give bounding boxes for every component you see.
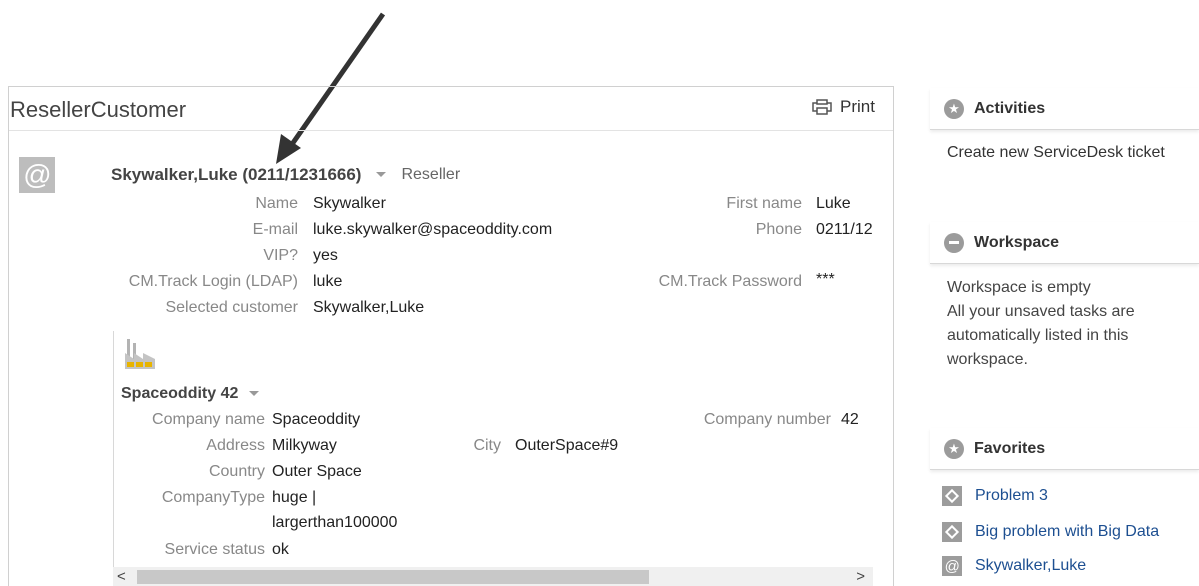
company-section: Spaceoddity 42 Company name Spaceoddity … [113, 331, 873, 586]
customer-name[interactable]: Skywalker,Luke (0211/1231666) [111, 165, 361, 185]
company-number-label: Company number [703, 411, 831, 428]
favorite-item-problem-3[interactable]: Problem 3 [942, 486, 1048, 506]
favorite-label: Skywalker,Luke [975, 557, 1087, 574]
reseller-customer-panel: ResellerCustomer Print @ Skywalker,Luke … [8, 86, 894, 586]
ticket-icon [942, 522, 962, 542]
favorite-item-big-problem[interactable]: Big problem with Big Data [942, 522, 1159, 542]
company-name-value: Spaceoddity [272, 411, 361, 428]
city-label: City [473, 437, 501, 454]
company-type-value-line1: huge | [272, 489, 317, 506]
favorite-label: Problem 3 [975, 487, 1048, 504]
email-icon: @ [942, 556, 962, 576]
first-name-label: First name [726, 195, 802, 212]
email-avatar-icon: @ [19, 157, 55, 193]
country-label: Country [208, 463, 265, 480]
city-value: OuterSpace#9 [515, 437, 619, 454]
minus-circle-icon [944, 232, 964, 253]
phone-label: Phone [755, 221, 802, 238]
horizontal-scrollbar[interactable]: < > [113, 567, 873, 586]
company-type-label: CompanyType [161, 489, 265, 506]
activities-title: Activities [974, 99, 1046, 117]
vip-value: yes [313, 247, 338, 264]
address-label: Address [206, 437, 265, 454]
service-status-value: ok [272, 541, 289, 558]
workspace-line1: Workspace is empty [947, 279, 1091, 296]
vip-label: VIP? [263, 247, 298, 264]
phone-value: 0211/12 [816, 221, 873, 238]
workspace-text: Workspace is empty All your unsaved task… [947, 276, 1135, 372]
selected-customer-value: Skywalker,Luke [313, 299, 425, 316]
workspace-line4: workspace. [947, 351, 1028, 368]
activities-header[interactable]: ★ Activities [930, 88, 1199, 130]
create-ticket-label: Create new ServiceDesk ticket [947, 144, 1165, 161]
right-sidebar: ★ Activities Create new ServiceDesk tick… [930, 86, 1199, 586]
email-value[interactable]: luke.skywalker@spaceoddity.com [313, 221, 552, 239]
factory-icon [125, 339, 155, 369]
company-title[interactable]: Spaceoddity 42 [121, 385, 238, 403]
favorites-title: Favorites [974, 439, 1046, 457]
ticket-icon [942, 486, 962, 506]
name-value: Skywalker [313, 195, 386, 212]
country-value: Outer Space [272, 463, 362, 480]
company-header: Spaceoddity 42 [121, 385, 260, 403]
customer-header: Skywalker,Luke (0211/1231666) Reseller [111, 165, 460, 185]
workspace-line2: All your unsaved tasks are [947, 303, 1135, 320]
scrollbar-thumb[interactable] [137, 570, 649, 584]
favorite-label: Big problem with Big Data [975, 523, 1160, 540]
chevron-down-icon[interactable] [248, 390, 260, 398]
customer-type: Reseller [401, 166, 461, 183]
selected-customer-label: Selected customer [165, 299, 298, 316]
create-ticket-link[interactable]: Create new ServiceDesk ticket [947, 144, 1167, 162]
password-value: *** [816, 271, 835, 288]
service-status-label: Service status [164, 541, 265, 558]
workspace-line3: automatically listed in this [947, 327, 1129, 344]
workspace-title: Workspace [974, 233, 1060, 251]
scroll-left-button[interactable]: < [117, 567, 133, 586]
name-label: Name [255, 195, 298, 212]
first-name-value: Luke [816, 195, 851, 212]
star-icon: ★ [944, 438, 964, 459]
print-icon [812, 99, 832, 115]
page-title: ResellerCustomer [10, 97, 187, 122]
print-button[interactable]: Print [812, 97, 875, 117]
favorites-header[interactable]: ★ Favorites [930, 428, 1199, 470]
star-icon: ★ [944, 98, 964, 119]
favorite-item-skywalker[interactable]: @ Skywalker,Luke [942, 556, 1086, 576]
email-label: E-mail [252, 221, 298, 238]
address-value: Milkyway [272, 437, 337, 454]
login-value: luke [313, 273, 343, 290]
workspace-header[interactable]: Workspace [930, 222, 1199, 264]
login-label: CM.Track Login (LDAP) [128, 273, 298, 290]
scroll-right-button[interactable]: > [849, 567, 865, 586]
print-label: Print [840, 97, 875, 116]
company-number-value: 42 [841, 411, 859, 428]
chevron-down-icon[interactable] [375, 171, 387, 179]
company-name-label: Company name [152, 411, 265, 428]
company-type-value-line2: largerthan100000 [272, 514, 398, 531]
panel-header: ResellerCustomer Print [9, 87, 893, 131]
password-label: CM.Track Password [658, 273, 802, 290]
